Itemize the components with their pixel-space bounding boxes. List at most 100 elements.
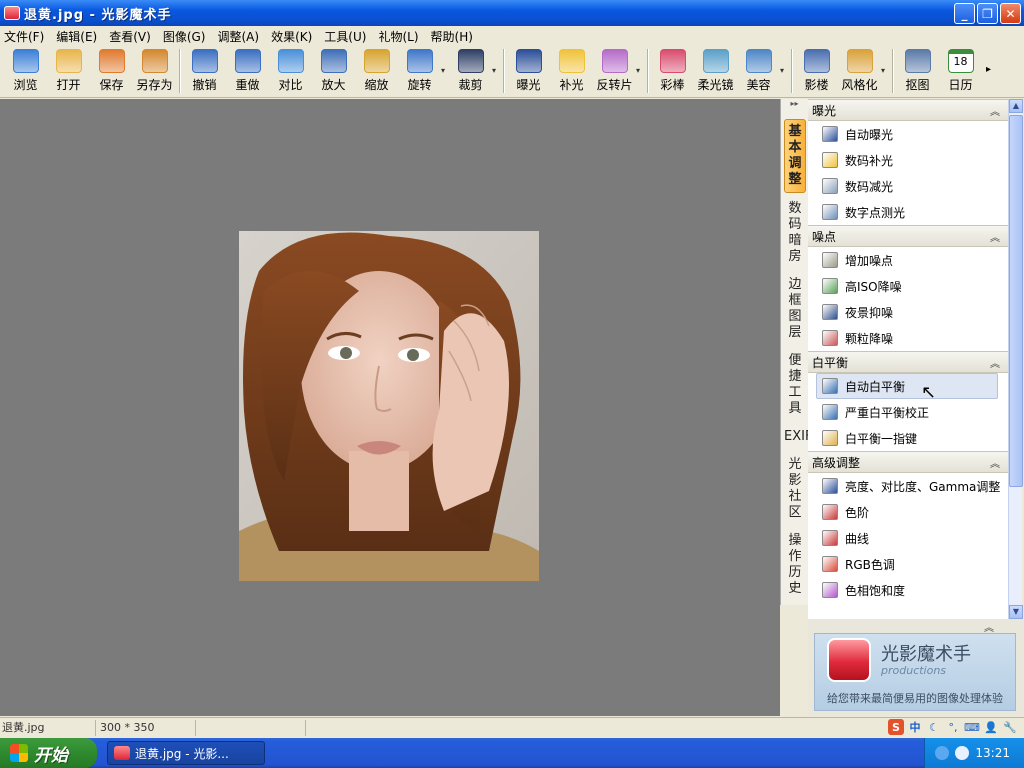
- panel-item-label: 增加噪点: [845, 253, 894, 268]
- menu-edit[interactable]: 编辑(E): [56, 28, 97, 45]
- tool-save-button[interactable]: 保存: [90, 46, 133, 96]
- panel-item-label: 数字点测光: [845, 205, 906, 220]
- tool-calendar-button[interactable]: 18 日历: [939, 46, 982, 96]
- panel-item-auto-exposure[interactable]: 自动曝光: [808, 121, 1008, 147]
- panel-item-levels[interactable]: 色阶: [808, 499, 1008, 525]
- ime-keyboard-icon[interactable]: ⌨: [964, 719, 980, 735]
- ime-punctuation-icon[interactable]: °,: [945, 719, 961, 735]
- collapse-chevron-icon[interactable]: ︽: [990, 229, 1000, 244]
- severe-wb-correct-icon: [822, 404, 838, 420]
- dropdown-arrow-icon[interactable]: ▾: [636, 66, 644, 75]
- tab-history[interactable]: 操作历史: [784, 529, 806, 601]
- panel-item-spot-metering[interactable]: 数字点测光: [808, 199, 1008, 225]
- menu-adjust[interactable]: 调整(A): [217, 28, 259, 45]
- panel-item-auto-white-balance[interactable]: 自动白平衡 ↖: [816, 373, 998, 403]
- tool-fill-light-button[interactable]: 补光: [550, 46, 593, 96]
- tool-studio-button[interactable]: 影楼: [795, 46, 838, 96]
- promo-banner[interactable]: 光影魔术手 productions 给您带来最简便易用的图像处理体验: [814, 633, 1016, 711]
- volume-icon[interactable]: [955, 746, 970, 760]
- menu-gifts[interactable]: 礼物(L): [378, 28, 418, 45]
- menu-view[interactable]: 查看(V): [109, 28, 151, 45]
- start-button[interactable]: 开始: [0, 738, 97, 768]
- tool-cutout-button[interactable]: 抠图: [896, 46, 939, 96]
- tool-save-as-button[interactable]: 另存为: [133, 46, 176, 96]
- restore-button[interactable]: ❐: [977, 3, 998, 24]
- panel-item-wb-one-touch[interactable]: 白平衡一指键: [808, 425, 1008, 451]
- panel-scrollbar[interactable]: ▲ ▼: [1008, 99, 1023, 619]
- ime-user-icon[interactable]: 👤: [983, 719, 999, 735]
- dropdown-arrow-icon[interactable]: ▾: [492, 66, 500, 75]
- tray-arrow-icon[interactable]: [935, 746, 950, 760]
- dropdown-arrow-icon[interactable]: ▾: [780, 66, 788, 75]
- tab-community[interactable]: 光影社区: [784, 453, 806, 525]
- menu-file[interactable]: 文件(F): [4, 28, 44, 45]
- ime-settings-icon[interactable]: 🔧: [1002, 719, 1018, 735]
- section-header[interactable]: 白平衡 ︽: [808, 351, 1008, 373]
- panel-item-rgb-tone[interactable]: RGB色调: [808, 551, 1008, 577]
- panel-item-curves[interactable]: 曲线: [808, 525, 1008, 551]
- tab-digital-darkroom[interactable]: 数码暗房: [784, 197, 806, 269]
- chevron-up-icon[interactable]: ︽: [984, 619, 994, 634]
- section-header[interactable]: 噪点 ︽: [808, 225, 1008, 247]
- collapse-chevron-icon[interactable]: ︽: [990, 103, 1000, 118]
- tab-quick-tools[interactable]: 便捷工具: [784, 349, 806, 421]
- menu-tools[interactable]: 工具(U): [324, 28, 366, 45]
- scroll-down-icon[interactable]: ▼: [1009, 605, 1023, 619]
- tool-zoom-in-button[interactable]: 放大: [312, 46, 355, 96]
- tool-color-wand-button[interactable]: 彩棒: [651, 46, 694, 96]
- panel-item-iso-denoise[interactable]: 高ISO降噪: [808, 273, 1008, 299]
- panel-item-hue-saturation[interactable]: 色相饱和度: [808, 577, 1008, 603]
- panel-item-severe-wb-correct[interactable]: 严重白平衡校正: [808, 399, 1008, 425]
- panel-item-night-denoise[interactable]: 夜景抑噪: [808, 299, 1008, 325]
- scroll-up-icon[interactable]: ▲: [1009, 99, 1023, 113]
- tool-resize-button[interactable]: 缩放: [355, 46, 398, 96]
- wb-one-touch-icon: [822, 430, 838, 446]
- panel-item-grain-denoise[interactable]: 颗粒降噪: [808, 325, 1008, 351]
- panel-item-brightness-contrast[interactable]: 亮度、对比度、Gamma调整: [808, 473, 1008, 499]
- status-bar: 退黄.jpg 300 * 350 S 中 ☾ °, ⌨ 👤 🔧: [0, 717, 1024, 737]
- ime-moon-icon[interactable]: ☾: [926, 719, 942, 735]
- panel-item-add-noise[interactable]: 增加噪点: [808, 247, 1008, 273]
- tool-undo-button[interactable]: 撤销: [183, 46, 226, 96]
- menu-effects[interactable]: 效果(K): [271, 28, 312, 45]
- panel-item-digital-reduce-light[interactable]: 数码减光: [808, 173, 1008, 199]
- tool-reverse-film-button[interactable]: 反转片: [593, 46, 636, 96]
- close-button[interactable]: ✕: [1000, 3, 1021, 24]
- photo-preview[interactable]: [239, 231, 539, 581]
- tab-basic-adjust[interactable]: 基本调整: [784, 119, 806, 193]
- tool-beauty-button[interactable]: 美容: [737, 46, 780, 96]
- section-header[interactable]: 曝光 ︽: [808, 99, 1008, 121]
- minimize-button[interactable]: _: [954, 3, 975, 24]
- tool-exposure-button[interactable]: 曝光: [507, 46, 550, 96]
- tool-label: 浏览: [13, 78, 38, 92]
- tab-exif[interactable]: EXIF: [784, 425, 812, 449]
- dropdown-arrow-icon[interactable]: ▾: [881, 66, 889, 75]
- panel-item-digital-fill-light[interactable]: 数码补光: [808, 147, 1008, 173]
- collapse-chevron-icon[interactable]: ︽: [990, 455, 1000, 470]
- tool-redo-button[interactable]: 重做: [226, 46, 269, 96]
- crop-icon: [457, 49, 484, 73]
- tool-open-folder-button[interactable]: 打开: [47, 46, 90, 96]
- dropdown-arrow-icon[interactable]: ▾: [441, 66, 449, 75]
- tool-browse-button[interactable]: 浏览: [4, 46, 47, 96]
- taskbar-app-button[interactable]: 退黄.jpg - 光影...: [107, 741, 265, 765]
- collapse-chevron-icon[interactable]: ︽: [990, 355, 1000, 370]
- ime-chinese-icon[interactable]: 中: [907, 719, 923, 735]
- image-canvas[interactable]: [0, 99, 780, 716]
- tool-soft-light-button[interactable]: 柔光镜: [694, 46, 737, 96]
- toolbar-overflow-icon[interactable]: ▸: [986, 64, 991, 75]
- tool-rotate-button[interactable]: 旋转: [398, 46, 441, 96]
- section-header[interactable]: 高级调整 ︽: [808, 451, 1008, 473]
- tool-label: 补光: [559, 78, 584, 92]
- ime-sogou-icon[interactable]: S: [888, 719, 904, 735]
- scroll-thumb[interactable]: [1009, 115, 1023, 487]
- tab-borders-layers[interactable]: 边框图层: [784, 273, 806, 345]
- menu-help[interactable]: 帮助(H): [431, 28, 473, 45]
- tool-compare-button[interactable]: 对比: [269, 46, 312, 96]
- tool-stylize-button[interactable]: 风格化: [838, 46, 881, 96]
- menu-image[interactable]: 图像(G): [163, 28, 206, 45]
- tool-crop-button[interactable]: 裁剪: [449, 46, 492, 96]
- digital-fill-light-icon: [822, 152, 838, 168]
- resize-icon: [363, 49, 390, 73]
- expand-panel-icon[interactable]: ▸▸: [781, 99, 808, 115]
